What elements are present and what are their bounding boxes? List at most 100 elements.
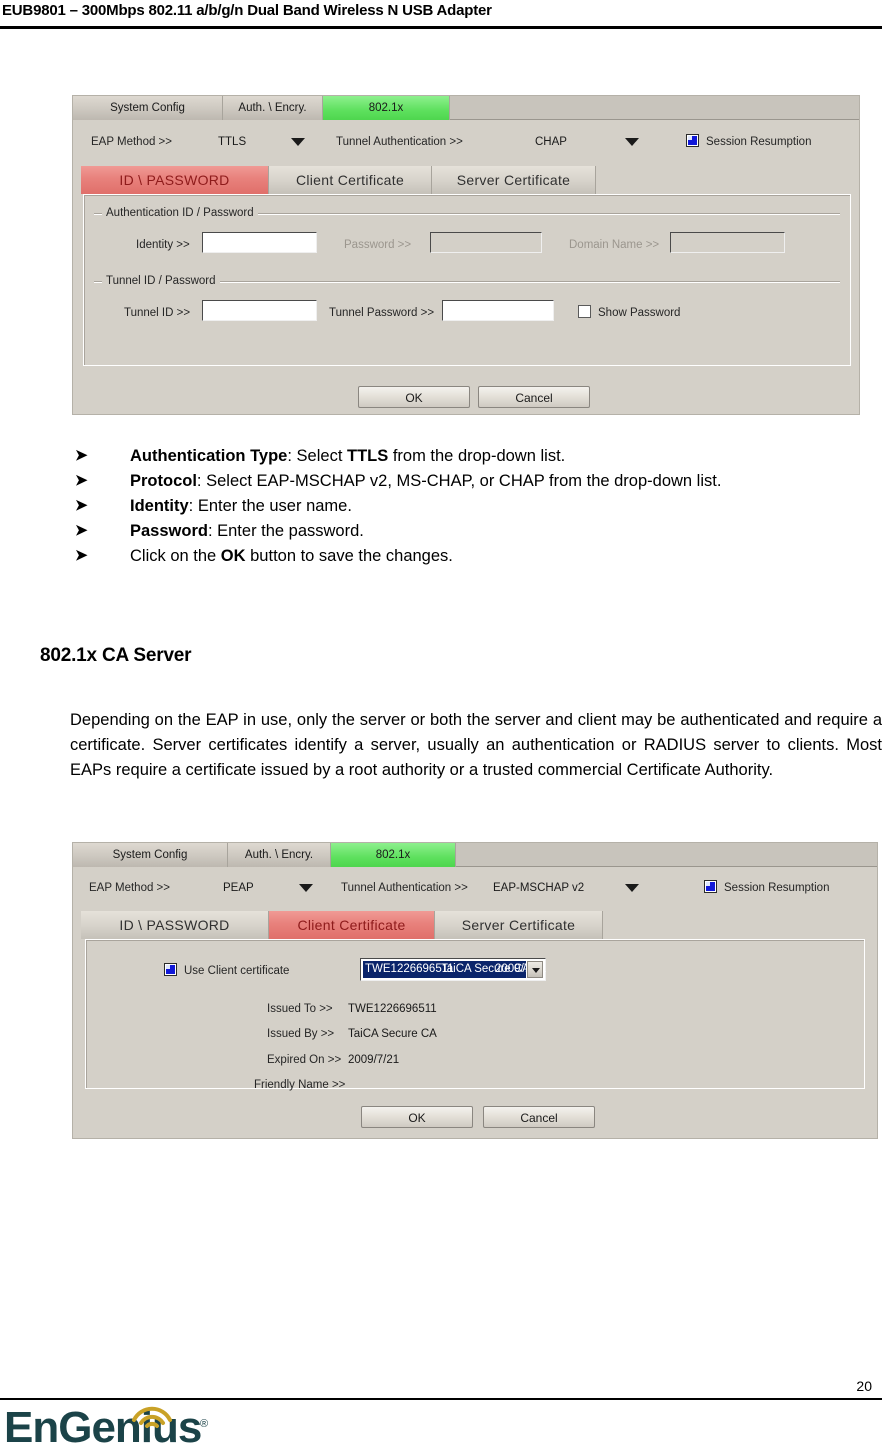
dialog2-tab-8021x-label: 802.1x	[375, 849, 411, 861]
dialog1-domain-name-input[interactable]	[670, 232, 785, 253]
dialog2-tunnel-auth-chevron-down-icon[interactable]	[625, 884, 639, 892]
dialog1-group-tunnel-label: Tunnel ID / Password	[102, 275, 220, 287]
dialog1-domain-name-label: Domain Name >>	[569, 239, 660, 251]
dialog2-ok-button[interactable]: OK	[361, 1106, 473, 1128]
dialog1-tab-8021x-label: 802.1x	[368, 102, 404, 114]
dialog1-cancel-button[interactable]: Cancel	[478, 386, 590, 408]
bullet-list: ➤ Authentication Type: Select TTLS from …	[70, 444, 882, 569]
dialog2-cancel-label: Cancel	[520, 1111, 558, 1125]
list-item: ➤ Click on the OK button to save the cha…	[70, 544, 882, 568]
dialog1-identity-input[interactable]	[202, 232, 317, 253]
dialog2-eap-method-label: EAP Method >>	[89, 882, 170, 894]
dialog2-tunnel-auth-value[interactable]: EAP-MSCHAP v2	[493, 881, 584, 895]
dialog2-tab-system-config-label: System Config	[112, 849, 188, 861]
list-item: ➤ Password: Enter the password.	[70, 519, 882, 543]
dialog2-issued-by-label: Issued By >>	[267, 1028, 335, 1040]
list-item: ➤ Identity: Enter the user name.	[70, 494, 882, 518]
dialog1-tunnel-auth-label: Tunnel Authentication >>	[336, 136, 463, 148]
dialog1-cancel-label: Cancel	[515, 391, 553, 405]
dialog-8021x-id-password: System Config Auth. \ Encry. 802.1x EAP …	[72, 95, 860, 415]
bullet-term: Protocol	[130, 472, 197, 490]
dialog2-subtab-client-certificate-label: Client Certificate	[297, 917, 406, 933]
dialog1-subtab-server-certificate[interactable]: Server Certificate	[432, 166, 596, 194]
list-item: ➤ Authentication Type: Select TTLS from …	[70, 444, 882, 468]
dialog1-tabstrip: System Config Auth. \ Encry. 802.1x	[73, 96, 859, 120]
dialog2-eap-method-value[interactable]: PEAP	[223, 881, 254, 895]
bullet-term: Authentication Type	[130, 447, 288, 465]
dialog1-tunnel-auth-chevron-down-icon[interactable]	[625, 138, 639, 146]
dialog-8021x-client-certificate: System Config Auth. \ Encry. 802.1x EAP …	[72, 842, 878, 1139]
dialog1-subtab-client-certificate[interactable]: Client Certificate	[269, 166, 432, 194]
dialog1-content-panel: Authentication ID / Password Identity >>…	[83, 194, 851, 366]
dialog2-friendly-name-label: Friendly Name >>	[254, 1079, 346, 1091]
bullet-arrow-icon: ➤	[75, 472, 88, 489]
dialog2-subtab-client-certificate[interactable]: Client Certificate	[269, 911, 435, 939]
dialog1-tunnel-password-label: Tunnel Password >>	[329, 307, 435, 319]
dialog1-tab-system-config-label: System Config	[110, 102, 185, 114]
dialog1-ok-label: OK	[405, 391, 423, 405]
dialog2-expired-on-value: 2009/7/21	[348, 1054, 400, 1066]
dialog1-show-password-checkbox[interactable]	[578, 305, 591, 318]
bullet-arrow-icon: ➤	[75, 547, 88, 564]
bullet-text-pre: Click on the	[130, 547, 221, 565]
dialog2-use-client-certificate-checkbox[interactable]	[164, 963, 177, 976]
dialog1-tab-system-config[interactable]: System Config	[73, 96, 223, 120]
dialog1-ok-button[interactable]: OK	[358, 386, 470, 408]
dialog2-tab-system-config[interactable]: System Config	[73, 843, 228, 867]
dialog1-eap-method-label: EAP Method >>	[91, 136, 172, 148]
bullet-arrow-icon: ➤	[75, 522, 88, 539]
bullet-text-pre: : Select EAP-MSCHAP v2, MS-CHAP, or CHAP…	[196, 472, 722, 490]
dialog1-subtab-id-password[interactable]: ID \ PASSWORD	[81, 166, 269, 194]
dialog2-issued-to-value: TWE1226696511	[348, 1003, 437, 1015]
dialog2-certificate-combobox-chevron-down-icon[interactable]	[527, 961, 543, 978]
wifi-signal-icon	[132, 1406, 172, 1428]
dialog2-use-client-certificate-label: Use Client certificate	[184, 965, 290, 977]
dialog2-tunnel-auth-label: Tunnel Authentication >>	[341, 882, 468, 894]
dialog1-tunnel-id-input[interactable]	[202, 300, 317, 321]
section-paragraph: Depending on the EAP in use, only the se…	[70, 711, 882, 779]
dialog2-session-resumption-checkbox[interactable]	[704, 880, 717, 893]
bullet-text-bold: TTLS	[347, 447, 389, 465]
bullet-text-post: from the drop-down list.	[388, 447, 566, 465]
bullet-text-pre: : Enter the user name.	[188, 497, 352, 515]
dialog2-eap-method-chevron-down-icon[interactable]	[299, 884, 313, 892]
dialog1-eap-method-chevron-down-icon[interactable]	[291, 138, 305, 146]
engenius-logo: EnGenius ®	[4, 1396, 264, 1452]
page-number: 20	[856, 1378, 872, 1394]
dialog2-tab-8021x[interactable]: 802.1x	[331, 843, 456, 867]
dialog1-password-input[interactable]	[430, 232, 542, 253]
dialog2-eap-row: EAP Method >> PEAP Tunnel Authentication…	[73, 876, 877, 902]
dialog2-session-resumption-label: Session Resumption	[724, 882, 830, 894]
dialog2-ok-label: OK	[408, 1111, 426, 1125]
dialog2-issued-to-label: Issued To >>	[267, 1003, 333, 1015]
dialog1-eap-row: EAP Method >> TTLS Tunnel Authentication…	[73, 130, 859, 156]
dialog2-issued-by-value: TaiCA Secure CA	[348, 1028, 437, 1040]
dialog2-subtab-id-password-label: ID \ PASSWORD	[119, 917, 230, 933]
dialog1-session-resumption-label: Session Resumption	[706, 136, 812, 148]
bullet-text-post: button to save the changes.	[245, 547, 453, 565]
section-heading: 802.1x CA Server	[40, 645, 192, 666]
header-rule	[0, 26, 882, 29]
dialog1-eap-method-value[interactable]: TTLS	[218, 135, 246, 149]
dialog2-cancel-button[interactable]: Cancel	[483, 1106, 595, 1128]
registered-mark-icon: ®	[200, 1418, 209, 1430]
dialog1-tunnel-password-input[interactable]	[442, 300, 554, 321]
bullet-text-pre: : Enter the password.	[207, 522, 364, 540]
dialog2-subtab-id-password[interactable]: ID \ PASSWORD	[81, 911, 269, 939]
dialog2-tab-auth-encry-label: Auth. \ Encry.	[244, 849, 314, 861]
dialog2-certificate-combobox-selection: TWE1226696511 TaiCA Secure CA 2009/7/21	[363, 961, 546, 978]
dialog2-certificate-combobox[interactable]: TWE1226696511 TaiCA Secure CA 2009/7/21	[360, 958, 546, 981]
bullet-term: Identity	[130, 497, 189, 515]
dialog2-subtab-server-certificate[interactable]: Server Certificate	[435, 911, 603, 939]
dialog1-session-resumption-checkbox[interactable]	[686, 134, 699, 147]
bullet-arrow-icon: ➤	[75, 447, 88, 464]
dialog1-identity-label: Identity >>	[136, 239, 190, 251]
list-item: ➤ Protocol: Select EAP-MSCHAP v2, MS-CHA…	[70, 469, 882, 493]
dialog1-show-password-label: Show Password	[598, 307, 681, 319]
dialog2-tab-auth-encry[interactable]: Auth. \ Encry.	[228, 843, 331, 867]
bullet-term: Password	[130, 522, 208, 540]
dialog1-tab-auth-encry[interactable]: Auth. \ Encry.	[223, 96, 323, 120]
dialog1-tab-8021x[interactable]: 802.1x	[323, 96, 450, 120]
dialog1-tunnel-auth-value[interactable]: CHAP	[535, 135, 567, 149]
dialog1-subtab-client-certificate-label: Client Certificate	[295, 172, 405, 188]
